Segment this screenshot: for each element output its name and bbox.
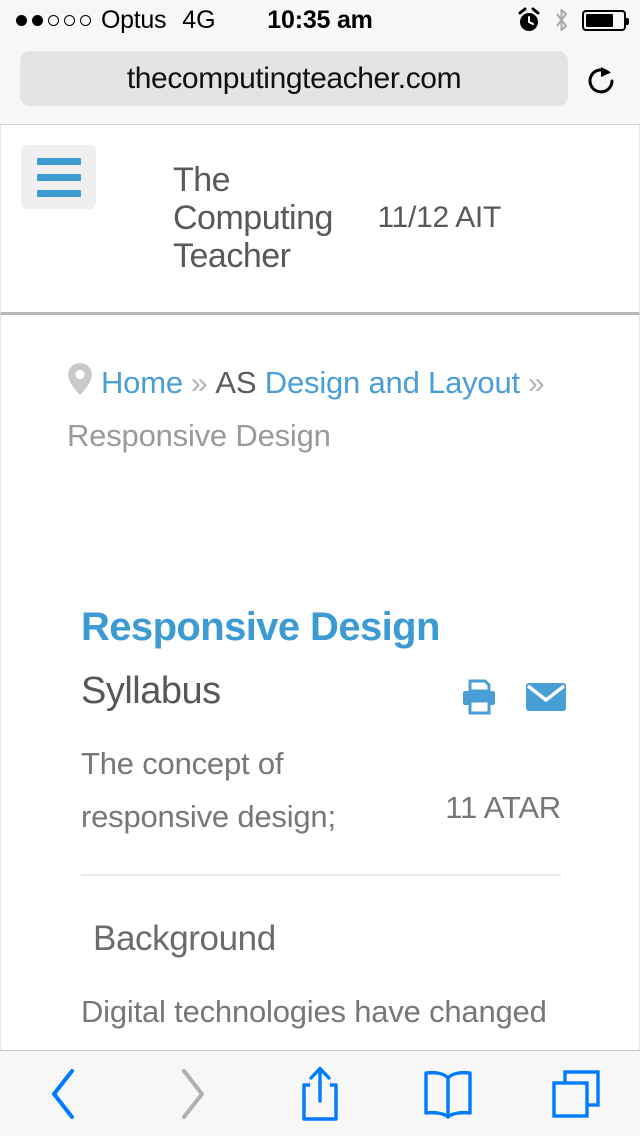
mobile-safari-screen: Optus 4G 10:35 am thecomputingteacher.co… [0,0,640,1136]
alarm-clock-icon [518,7,540,31]
breadcrumb-separator-icon: » [527,367,545,400]
site-title-text: The Computing Teacher [173,161,333,275]
page-title: Responsive Design [81,605,440,649]
hamburger-icon-bar [36,189,81,197]
browser-toolbar [0,1050,640,1136]
book-icon [424,1070,472,1119]
location-pin-icon [68,363,92,395]
hamburger-icon-bar [36,157,81,165]
email-icon[interactable] [525,681,567,713]
page-content: Home» AS Design and Layout» Responsive De… [0,315,640,1050]
breadcrumb: Home» AS Design and Layout» Responsive De… [67,357,567,462]
syllabus-description: The concept of responsive design; [81,746,336,834]
url-text: thecomputingteacher.com [126,61,462,95]
menu-button[interactable] [21,145,96,209]
section-heading-background: Background [93,919,276,958]
share-button[interactable] [256,1051,384,1136]
breadcrumb-item-design-and-layout[interactable]: Design and Layout [265,365,520,400]
status-bar: Optus 4G 10:35 am [0,0,640,40]
site-header: 11/12 AIT The Computing Teacher [0,125,640,315]
back-button[interactable] [0,1051,128,1136]
breadcrumb-separator-icon: » [190,367,208,400]
forward-button[interactable] [128,1051,256,1136]
syllabus-course-label: 11 ATAR [445,790,561,825]
browser-address-bar: thecomputingteacher.com [0,40,640,125]
url-input[interactable]: thecomputingteacher.com [20,51,568,106]
page-actions [459,678,567,716]
status-bar-right [517,7,629,33]
chevron-right-icon [182,1068,204,1119]
site-title[interactable]: 11/12 AIT The Computing Teacher [173,161,503,275]
breadcrumb-item-as[interactable]: AS [215,365,256,400]
bookmarks-button[interactable] [384,1051,512,1136]
breadcrumb-item-current: Responsive Design [67,418,331,453]
tabs-button[interactable] [512,1051,640,1136]
chevron-left-icon [52,1068,74,1119]
breadcrumb-item-home[interactable]: Home [101,365,183,400]
share-icon [302,1066,338,1121]
reload-icon[interactable] [584,64,618,98]
section-body-text: Digital technologies have changed [81,994,547,1029]
hamburger-icon-bar [36,173,81,181]
site-subtitle: 11/12 AIT [377,201,502,234]
section-divider [81,874,561,876]
print-icon[interactable] [459,678,499,716]
bluetooth-icon [556,9,567,31]
tabs-icon [552,1069,600,1118]
battery-icon [582,9,629,31]
syllabus-heading: Syllabus [81,670,221,712]
syllabus-row: The concept of responsive design; 11 ATA… [81,737,561,843]
